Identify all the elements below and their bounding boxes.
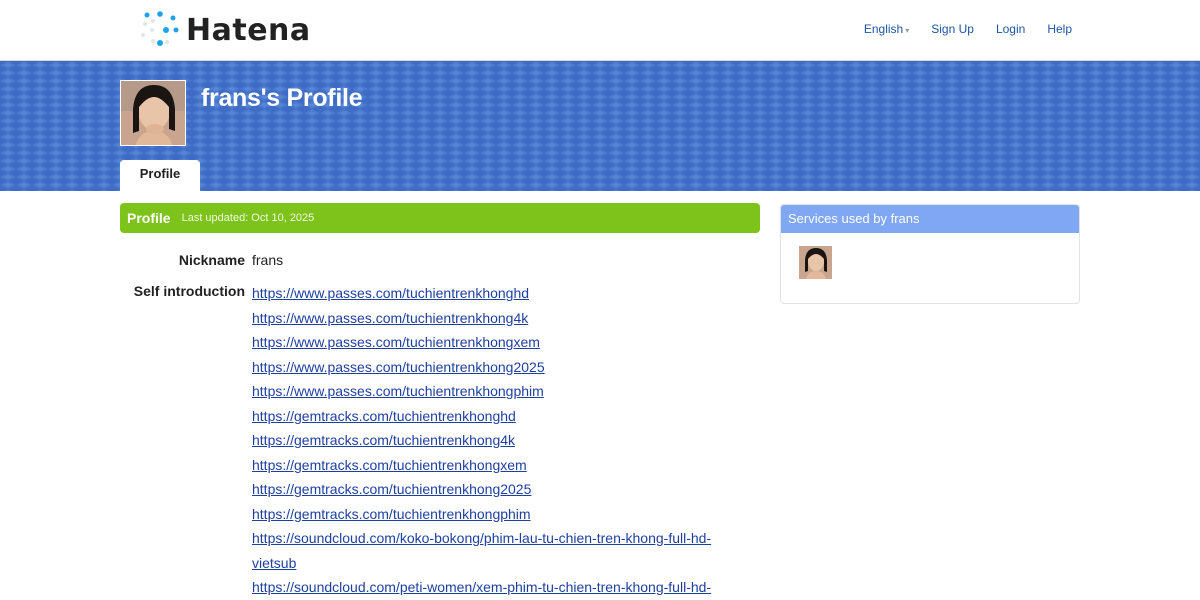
self-introduction-label: Self introduction: [133, 283, 245, 299]
profile-banner: frans's Profile Profile: [0, 61, 1200, 191]
services-sidebar-title: Services used by frans: [781, 205, 1079, 233]
header-nav: English ▾ Sign Up Login Help: [864, 22, 1072, 36]
last-updated-text: Last updated: Oct 10, 2025: [181, 212, 315, 224]
language-label: English: [863, 22, 904, 36]
intro-link-continuation[interactable]: vietsub: [252, 551, 752, 576]
language-selector[interactable]: English ▾: [864, 22, 909, 36]
intro-link[interactable]: https://gemtracks.com/tuchientrenkhongph…: [252, 502, 752, 527]
service-thumbnail[interactable]: [799, 246, 832, 279]
intro-link[interactable]: https://gemtracks.com/tuchientrenkhonghd: [252, 404, 752, 429]
help-link[interactable]: Help: [1047, 22, 1072, 36]
page-title: frans's Profile: [201, 84, 363, 112]
intro-link[interactable]: https://www.passes.com/tuchientrenkhongp…: [252, 379, 752, 404]
tab-profile[interactable]: Profile: [120, 160, 200, 191]
nickname-value: frans: [252, 252, 284, 268]
intro-link[interactable]: https://soundcloud.com/koko-bokong/phim-…: [252, 526, 752, 551]
intro-link[interactable]: https://gemtracks.com/tuchientrenkhong20…: [252, 477, 752, 502]
intro-link[interactable]: https://www.passes.com/tuchientrenkhongx…: [252, 330, 752, 355]
nickname-label: Nickname: [178, 252, 245, 268]
chevron-down-icon: ▾: [905, 26, 910, 35]
login-link[interactable]: Login: [996, 22, 1025, 36]
section-title: Profile: [127, 210, 171, 226]
intro-link[interactable]: https://www.passes.com/tuchientrenkhongh…: [252, 281, 752, 306]
intro-link[interactable]: https://soundcloud.com/peti-women/xem-ph…: [252, 575, 752, 600]
intro-link[interactable]: https://www.passes.com/tuchientrenkhong4…: [252, 306, 752, 331]
intro-link[interactable]: https://gemtracks.com/tuchientrenkhongxe…: [252, 453, 752, 478]
profile-section-header: Profile Last updated: Oct 10, 2025: [120, 203, 760, 233]
hatena-logo[interactable]: Hatena: [138, 10, 311, 50]
profile-avatar[interactable]: [120, 80, 186, 146]
self-introduction-links: https://www.passes.com/tuchientrenkhongh…: [252, 281, 752, 600]
services-sidebar: Services used by frans: [780, 204, 1080, 304]
intro-link[interactable]: https://gemtracks.com/tuchientrenkhong4k: [252, 428, 752, 453]
intro-link[interactable]: https://www.passes.com/tuchientrenkhong2…: [252, 355, 752, 380]
hatena-dots-icon: [138, 10, 182, 50]
sign-up-link[interactable]: Sign Up: [931, 22, 974, 36]
top-header: Hatena English ▾ Sign Up Login Help: [0, 0, 1200, 61]
logo-text: Hatena: [186, 12, 311, 48]
